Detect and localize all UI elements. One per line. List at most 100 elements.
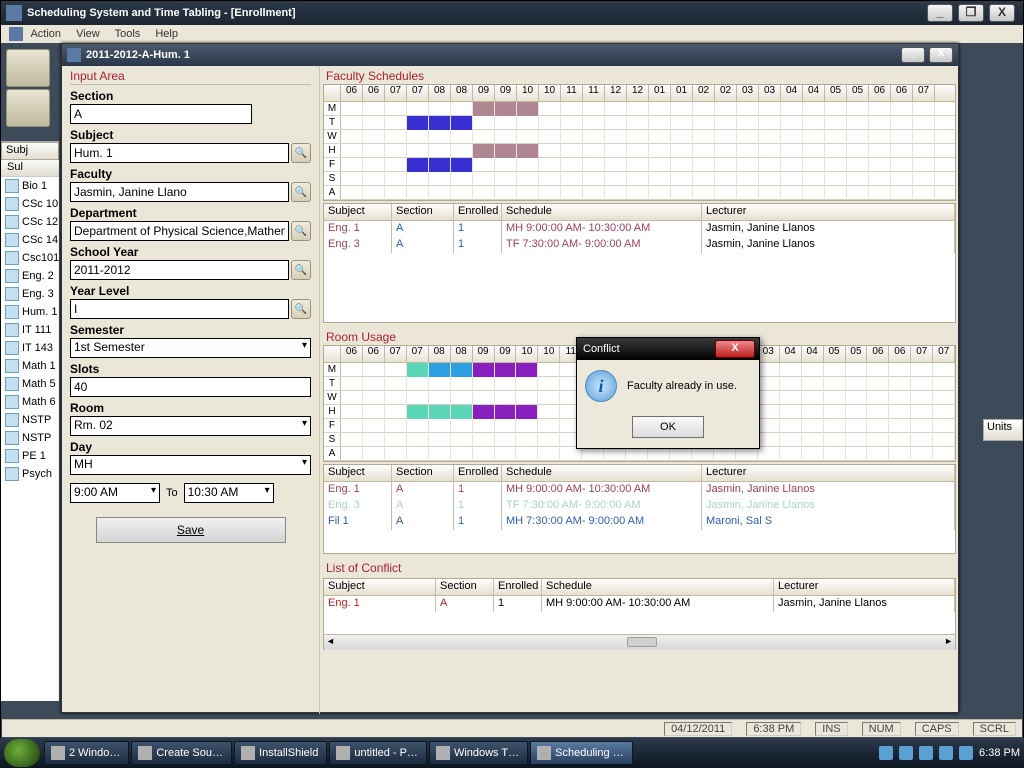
room-combo[interactable]: Rm. 02: [70, 416, 311, 436]
time-slot[interactable]: [869, 102, 891, 116]
time-slot[interactable]: [429, 130, 451, 144]
time-slot[interactable]: [693, 186, 715, 200]
time-slot[interactable]: [429, 116, 451, 130]
time-slot[interactable]: [758, 391, 780, 405]
time-slot[interactable]: [693, 116, 715, 130]
time-slot[interactable]: [363, 447, 385, 461]
time-slot[interactable]: [759, 102, 781, 116]
col-subject[interactable]: Subject: [324, 204, 392, 220]
time-slot[interactable]: [649, 116, 671, 130]
time-slot[interactable]: [429, 405, 451, 419]
time-slot[interactable]: [407, 102, 429, 116]
subject-list-item[interactable]: Eng. 2: [1, 267, 59, 285]
time-slot[interactable]: [693, 158, 715, 172]
time-slot[interactable]: [758, 433, 780, 447]
time-slot[interactable]: [385, 158, 407, 172]
time-slot[interactable]: [516, 363, 538, 377]
time-slot[interactable]: [538, 447, 560, 461]
time-slot[interactable]: [385, 377, 407, 391]
time-slot[interactable]: [495, 116, 517, 130]
time-slot[interactable]: [363, 102, 385, 116]
time-slot[interactable]: [803, 172, 825, 186]
time-slot[interactable]: [451, 186, 473, 200]
subject-list-item[interactable]: IT 143: [1, 339, 59, 357]
time-slot[interactable]: [802, 377, 824, 391]
time-slot[interactable]: [516, 419, 538, 433]
time-slot[interactable]: [737, 102, 759, 116]
time-slot[interactable]: [473, 377, 495, 391]
time-slot[interactable]: [869, 172, 891, 186]
time-slot[interactable]: [495, 405, 517, 419]
subject-list-item[interactable]: CSc 14: [1, 231, 59, 249]
time-slot[interactable]: [825, 172, 847, 186]
time-slot[interactable]: [737, 172, 759, 186]
time-slot[interactable]: [889, 377, 911, 391]
time-slot[interactable]: [407, 405, 429, 419]
time-slot[interactable]: [715, 130, 737, 144]
time-slot[interactable]: [803, 186, 825, 200]
time-slot[interactable]: [781, 186, 803, 200]
time-slot[interactable]: [758, 419, 780, 433]
time-slot[interactable]: [429, 433, 451, 447]
time-slot[interactable]: [627, 130, 649, 144]
maximize-button[interactable]: ❐: [958, 4, 984, 22]
time-slot[interactable]: [582, 447, 604, 461]
time-slot[interactable]: [407, 186, 429, 200]
time-slot[interactable]: [889, 419, 911, 433]
time-slot[interactable]: [451, 363, 473, 377]
time-slot[interactable]: [847, 116, 869, 130]
time-slot[interactable]: [913, 172, 935, 186]
table-row[interactable]: Eng. 1A1MH 9:00:00 AM- 10:30:00 AMJasmin…: [324, 596, 955, 612]
table-row[interactable]: Eng. 3A1TF 7:30:00 AM- 9:00:00 AMJasmin,…: [324, 237, 955, 253]
time-slot[interactable]: [671, 144, 693, 158]
time-slot[interactable]: [911, 405, 933, 419]
time-slot[interactable]: [802, 405, 824, 419]
col-subject[interactable]: Subject: [324, 465, 392, 481]
time-slot[interactable]: [341, 419, 363, 433]
time-slot[interactable]: [847, 158, 869, 172]
time-slot[interactable]: [891, 130, 913, 144]
time-slot[interactable]: [429, 172, 451, 186]
time-slot[interactable]: [889, 391, 911, 405]
time-slot[interactable]: [495, 447, 517, 461]
time-slot[interactable]: [429, 391, 451, 405]
horizontal-scrollbar[interactable]: [324, 634, 955, 650]
time-slot[interactable]: [539, 144, 561, 158]
time-slot[interactable]: [671, 172, 693, 186]
time-slot[interactable]: [451, 391, 473, 405]
time-slot[interactable]: [758, 377, 780, 391]
department-input[interactable]: [70, 221, 289, 241]
time-slot[interactable]: [889, 405, 911, 419]
col-lecturer[interactable]: Lecturer: [702, 465, 955, 481]
subject-list-header[interactable]: Subj: [1, 142, 59, 160]
time-slot[interactable]: [869, 116, 891, 130]
time-slot[interactable]: [451, 144, 473, 158]
time-slot[interactable]: [933, 377, 955, 391]
menu-action[interactable]: Action: [30, 28, 61, 40]
time-slot[interactable]: [780, 377, 802, 391]
time-slot[interactable]: [451, 419, 473, 433]
time-slot[interactable]: [341, 391, 363, 405]
yearlevel-input[interactable]: [70, 299, 289, 319]
col-section[interactable]: Section: [436, 579, 494, 595]
time-slot[interactable]: [933, 405, 955, 419]
time-slot[interactable]: [495, 130, 517, 144]
faculty-schedule-table[interactable]: Subject Section Enrolled Schedule Lectur…: [323, 203, 956, 323]
time-slot[interactable]: [539, 102, 561, 116]
time-slot[interactable]: [846, 433, 868, 447]
menu-tools[interactable]: Tools: [115, 28, 141, 40]
time-slot[interactable]: [517, 116, 539, 130]
time-slot[interactable]: [649, 102, 671, 116]
subject-list-item[interactable]: Psych: [1, 465, 59, 483]
time-slot[interactable]: [759, 158, 781, 172]
time-slot[interactable]: [867, 391, 889, 405]
time-slot[interactable]: [759, 186, 781, 200]
time-slot[interactable]: [495, 391, 517, 405]
col-lecturer[interactable]: Lecturer: [774, 579, 955, 595]
time-slot[interactable]: [626, 447, 648, 461]
time-slot[interactable]: [517, 102, 539, 116]
time-slot[interactable]: [911, 433, 933, 447]
time-slot[interactable]: [451, 116, 473, 130]
time-to-combo[interactable]: 10:30 AM: [184, 483, 274, 503]
conflict-titlebar[interactable]: Conflict X: [577, 338, 759, 360]
